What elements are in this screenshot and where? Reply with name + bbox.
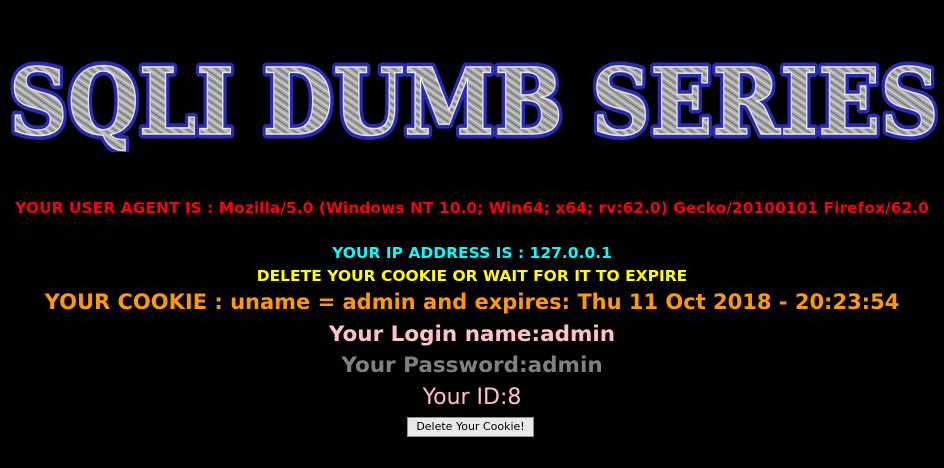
sqli-dumb-series-banner: SQLI DUMB SERIES SQLI DUMB SERIES: [5, 52, 944, 152]
cookie-delete-notice: DELETE YOUR COOKIE OR WAIT FOR IT TO EXP…: [256, 267, 688, 285]
banner-title: SQLI DUMB SERIES: [9, 52, 939, 152]
user-agent-info: YOUR USER AGENT IS : Mozilla/5.0 (Window…: [15, 199, 929, 217]
user-id-info: Your ID:8: [422, 385, 522, 410]
cookie-info: YOUR COOKIE : uname = admin and expires:…: [44, 290, 900, 314]
ip-address-info: YOUR IP ADDRESS IS : 127.0.0.1: [332, 244, 612, 262]
login-name-info: Your Login name:admin: [328, 322, 616, 347]
password-info: Your Password:admin: [341, 353, 603, 378]
delete-cookie-button[interactable]: Delete Your Cookie!: [407, 417, 534, 437]
